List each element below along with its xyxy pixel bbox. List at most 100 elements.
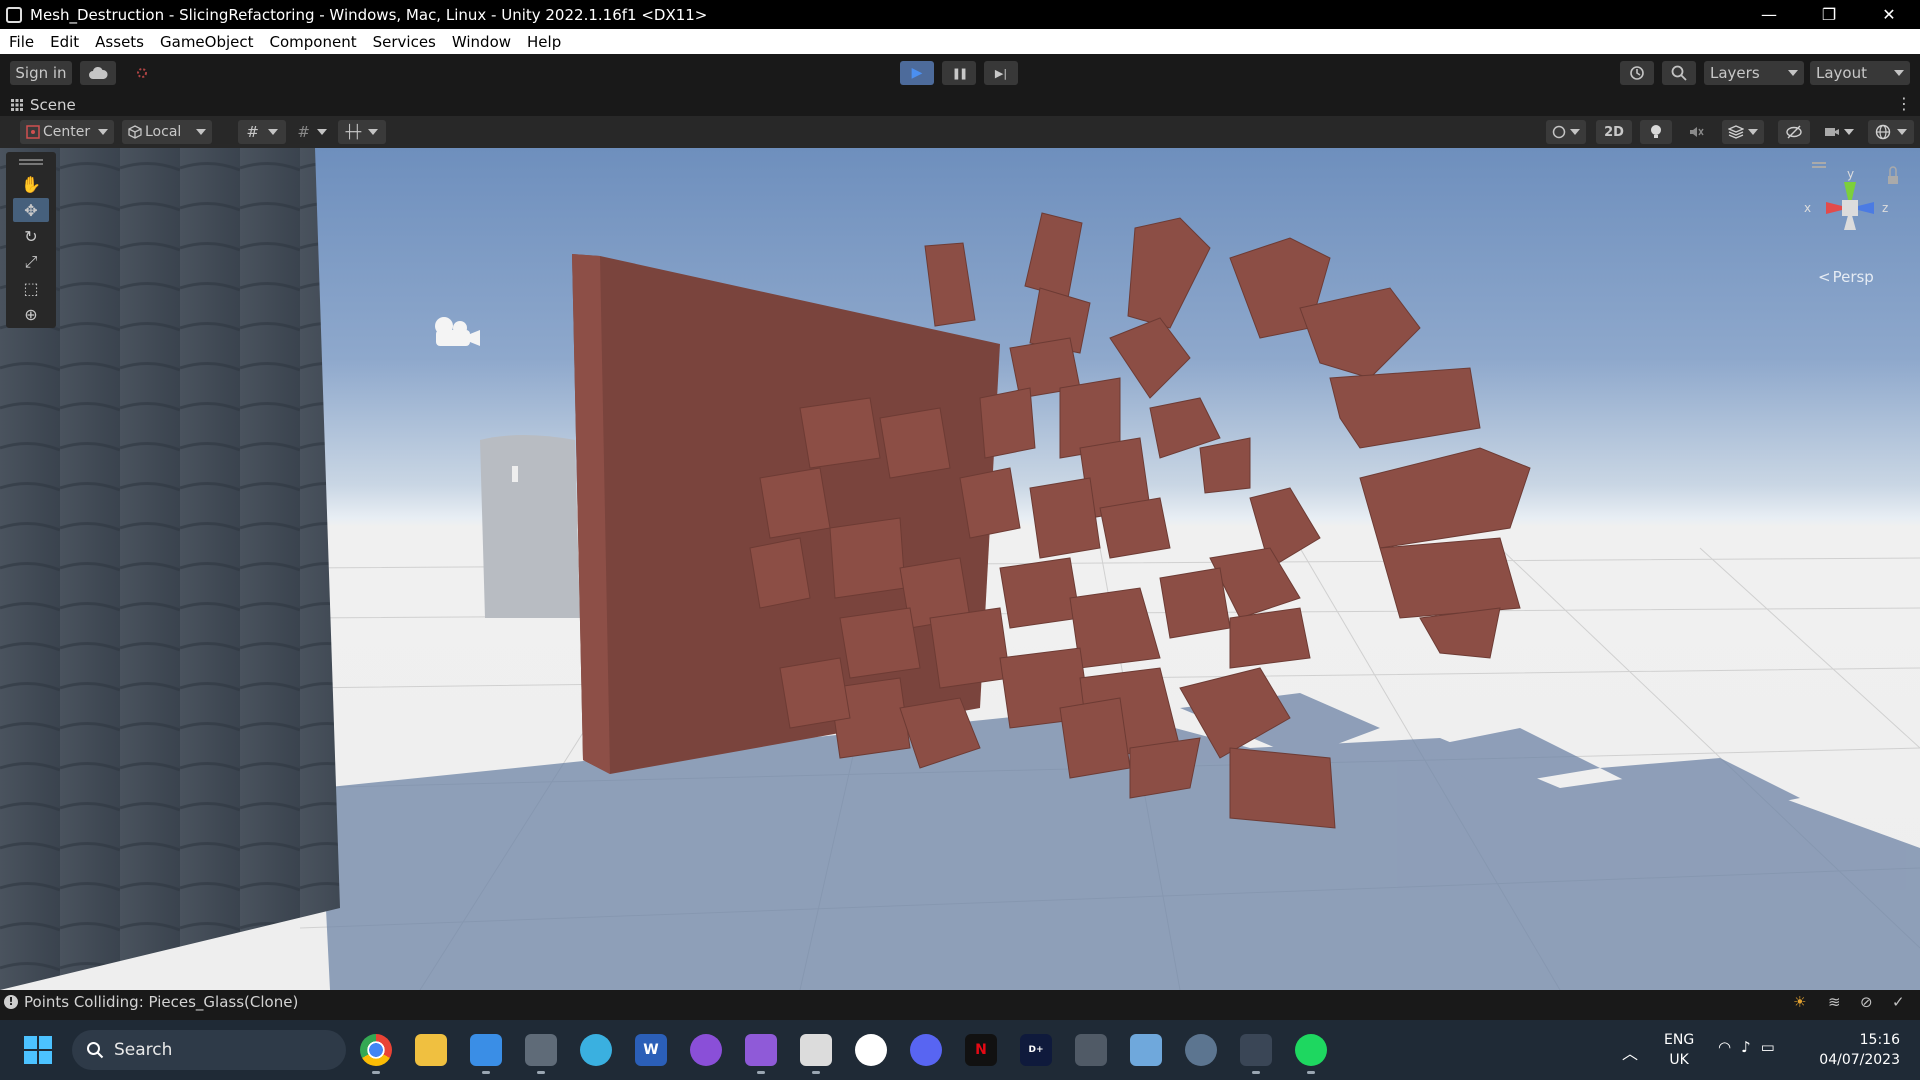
language-indicator[interactable]: ENG UK <box>1664 1030 1694 1070</box>
play-button[interactable]: ▶ <box>900 61 934 85</box>
transform-icon: ⊕ <box>24 304 38 324</box>
step-button[interactable]: ▶| <box>984 61 1018 85</box>
speaker-muted-icon <box>1690 127 1704 137</box>
chevron-down-icon <box>98 129 108 135</box>
collab-button[interactable] <box>124 61 160 85</box>
chevron-down-icon <box>1788 70 1798 76</box>
wifi-icon: ◠ <box>1718 1038 1732 1056</box>
sign-in-button[interactable]: Sign in <box>10 61 72 85</box>
lightbulb-build-icon[interactable]: ☀ <box>1793 993 1806 1011</box>
pause-icon: ❚❚ <box>951 66 969 80</box>
gizmos-dropdown[interactable] <box>1868 120 1914 144</box>
search-button[interactable] <box>1662 61 1696 85</box>
move-tool-button[interactable]: ✥ <box>13 198 49 222</box>
layers-dropdown[interactable]: Layers <box>1704 61 1804 85</box>
scene-viewport[interactable]: y x z < Persp <box>0 148 1920 990</box>
photos-icon[interactable] <box>1130 1034 1162 1066</box>
menu-gameobject[interactable]: GameObject <box>152 33 262 51</box>
transform-tool-button[interactable]: ⊕ <box>13 302 49 326</box>
menu-file[interactable]: File <box>0 33 42 51</box>
minimize-button[interactable]: — <box>1746 0 1792 29</box>
scene-tab-label: Scene <box>30 96 76 114</box>
pivot-rotation-dropdown[interactable]: Local <box>122 120 212 144</box>
unity-hub-icon[interactable] <box>800 1034 832 1074</box>
menu-help[interactable]: Help <box>519 33 569 51</box>
menu-services[interactable]: Services <box>365 33 444 51</box>
scene-visibility-toggle[interactable] <box>1778 120 1810 144</box>
chevron-up-icon[interactable]: ︿ <box>1622 1040 1638 1064</box>
audio-toggle[interactable] <box>1680 120 1712 144</box>
date-label: 04/07/2023 <box>1819 1052 1900 1068</box>
clock[interactable]: 15:16 04/07/2023 <box>1808 1030 1900 1070</box>
file-explorer-icon[interactable] <box>415 1034 447 1066</box>
light-bulb-icon <box>1651 125 1661 138</box>
chevron-down-icon <box>1748 129 1758 135</box>
slack-icon[interactable] <box>855 1034 887 1066</box>
eye-slash-icon <box>1786 125 1802 139</box>
scale-tool-button[interactable]: ⤢ <box>13 250 49 274</box>
more-options-icon[interactable]: ⋮ <box>1896 94 1912 113</box>
calculator-icon[interactable] <box>525 1034 557 1074</box>
tab-scene[interactable]: Scene <box>10 96 76 114</box>
increment-snap-dropdown[interactable]: ┼┼ <box>338 120 386 144</box>
close-button[interactable]: ✕ <box>1866 0 1912 29</box>
visual-studio-icon[interactable] <box>745 1034 777 1074</box>
chevron-down-icon <box>1570 129 1580 135</box>
lighting-toggle[interactable] <box>1640 120 1672 144</box>
pause-button[interactable]: ❚❚ <box>942 61 976 85</box>
rect-transform-icon: ⬚ <box>23 278 39 298</box>
globe-icon <box>1875 124 1891 140</box>
effects-dropdown[interactable] <box>1722 120 1764 144</box>
info-icon: ! <box>4 995 18 1009</box>
windows-icon <box>24 1036 52 1064</box>
pivot-mode-dropdown[interactable]: Center <box>20 120 114 144</box>
pivot-mode-label: Center <box>43 124 91 140</box>
menu-component[interactable]: Component <box>262 33 365 51</box>
chrome-icon[interactable] <box>360 1034 392 1074</box>
stack-icon[interactable]: ≋ <box>1828 993 1841 1011</box>
projection-toggle[interactable]: < Persp <box>1818 268 1874 286</box>
search-icon <box>87 1042 104 1059</box>
restore-button[interactable]: ❐ <box>1806 0 1852 29</box>
rect-tool-button[interactable]: ⬚ <box>13 276 49 300</box>
search-icon <box>1671 65 1687 81</box>
disney-plus-icon[interactable]: D+ <box>1020 1034 1052 1066</box>
chevron-down-icon <box>1894 70 1904 76</box>
menu-assets[interactable]: Assets <box>87 33 152 51</box>
settings-icon[interactable] <box>1185 1034 1217 1066</box>
undo-history-button[interactable] <box>1620 61 1654 85</box>
layout-dropdown[interactable]: Layout <box>1810 61 1910 85</box>
grid-snap-dropdown[interactable]: # <box>238 120 286 144</box>
netflix-icon[interactable]: N <box>965 1034 997 1066</box>
check-circle-icon[interactable]: ✓ <box>1892 993 1905 1011</box>
network-off-icon[interactable]: ⊘ <box>1860 993 1873 1011</box>
status-message[interactable]: Points Colliding: Pieces_Glass(Clone) <box>24 993 298 1011</box>
cylinder-object <box>480 435 580 618</box>
toggle-2d-button[interactable]: 2D <box>1596 120 1632 144</box>
taskbar-search-box[interactable]: Search <box>72 1030 346 1070</box>
menu-edit[interactable]: Edit <box>42 33 87 51</box>
menu-window[interactable]: Window <box>444 33 519 51</box>
layers-stack-icon <box>1728 125 1744 139</box>
system-tray[interactable]: ◠ ♪ ▭ <box>1718 1038 1775 1056</box>
grid-visibility-dropdown[interactable]: # <box>290 120 334 144</box>
hand-tool-button[interactable]: ✋ <box>13 172 49 196</box>
cloud-button[interactable] <box>80 61 116 85</box>
camera-icon <box>1825 128 1839 136</box>
unity-icon[interactable] <box>1240 1034 1272 1074</box>
rotate-tool-button[interactable]: ↻ <box>13 224 49 248</box>
gizmo-axis-y-label: y <box>1847 167 1854 181</box>
camera-dropdown[interactable] <box>1818 120 1860 144</box>
microphone-icon[interactable] <box>1075 1034 1107 1066</box>
window-title: Mesh_Destruction - SlicingRefactoring - … <box>30 5 708 24</box>
start-button[interactable] <box>24 1036 52 1064</box>
discord-icon[interactable] <box>910 1034 942 1066</box>
paint-icon[interactable] <box>580 1034 612 1066</box>
draw-mode-dropdown[interactable] <box>1546 120 1586 144</box>
spotify-icon[interactable] <box>1295 1034 1327 1074</box>
gizmo-axis-x-label: x <box>1804 201 1811 215</box>
gizmo-axis-z-label: z <box>1882 201 1888 215</box>
github-icon[interactable] <box>690 1034 722 1066</box>
word-icon[interactable]: W <box>635 1034 667 1066</box>
notepad-icon[interactable] <box>470 1034 502 1074</box>
